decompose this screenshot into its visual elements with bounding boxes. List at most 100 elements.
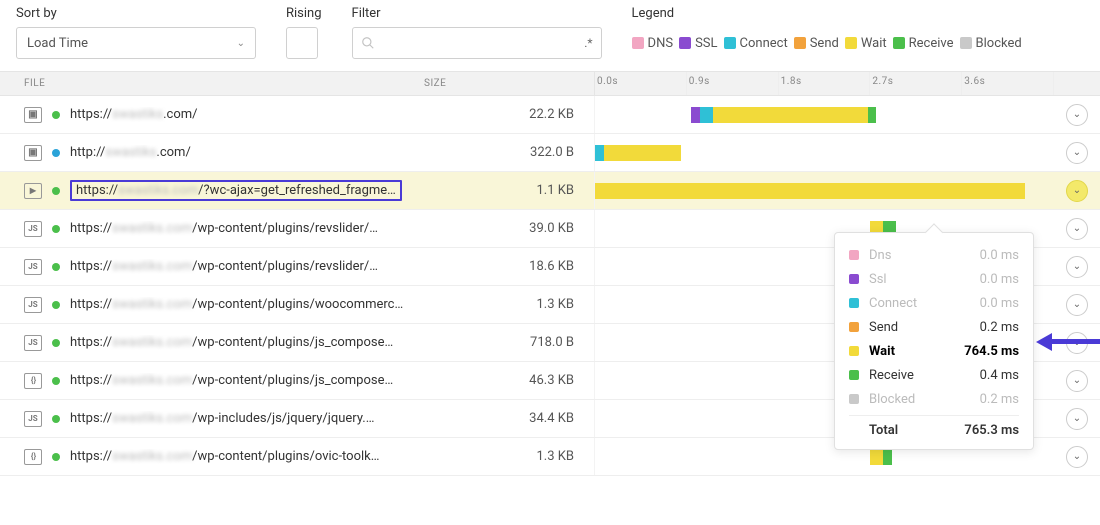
tooltip-value: 0.4 ms — [961, 368, 1019, 383]
status-dot — [52, 415, 60, 423]
legend-row: DNS SSL Connect Send Wait Receive Blocked — [632, 27, 1084, 59]
filter-input[interactable] — [381, 36, 581, 51]
request-url[interactable]: https://swastiks.com/wp-content/plugins/… — [70, 297, 403, 312]
expand-button[interactable]: ⌄ — [1066, 408, 1088, 430]
legend-label: Blocked — [976, 36, 1022, 51]
rising-group: Rising — [286, 6, 322, 59]
size-cell: 46.3 KB — [424, 373, 594, 388]
legend-swatch — [845, 37, 857, 49]
request-url[interactable]: https://swastiks.com/ — [70, 107, 198, 122]
file-cell: https://swastiks.com/wp-content/plugins/… — [24, 449, 424, 465]
expand-button[interactable]: ⌄ — [1066, 142, 1088, 164]
legend-label: SSL — [695, 36, 717, 51]
legend-swatch — [893, 37, 905, 49]
rising-toggle[interactable] — [286, 27, 318, 59]
controls-bar: Sort by Load Time ⌄ Rising Filter .* Leg… — [0, 0, 1100, 71]
tooltip-value: 764.5 ms — [961, 344, 1019, 359]
table-row[interactable]: https://swastiks.com/?wc-ajax=get_refres… — [0, 172, 1100, 210]
sort-group: Sort by Load Time ⌄ — [16, 6, 256, 59]
legend-item-wait[interactable]: Wait — [845, 36, 887, 51]
tooltip-label: Send — [869, 320, 951, 335]
legend-item-blocked[interactable]: Blocked — [960, 36, 1022, 51]
chevron-down-icon: ⌄ — [1073, 451, 1081, 462]
legend-item-connect[interactable]: Connect — [724, 36, 788, 51]
chevron-down-icon: ⌄ — [1073, 375, 1081, 386]
table-row[interactable]: https://swastiks.com/22.2 KB⌄ — [0, 96, 1100, 134]
timeline-cell — [594, 96, 1054, 133]
size-cell: 1.3 KB — [424, 297, 594, 312]
waterfall-bar[interactable] — [595, 183, 1025, 199]
expand-button[interactable]: ⌄ — [1066, 370, 1088, 392]
chevron-down-icon: ⌄ — [1073, 223, 1081, 234]
tooltip-swatch — [849, 370, 859, 380]
timeline-cell — [594, 172, 1054, 209]
tooltip-swatch — [849, 250, 859, 260]
table-header: FILE SIZE 0.0s0.9s1.8s2.7s3.6s — [0, 72, 1100, 96]
legend-item-send[interactable]: Send — [794, 36, 839, 51]
request-url[interactable]: https://swastiks.com/wp-content/plugins/… — [70, 373, 393, 388]
legend-item-receive[interactable]: Receive — [893, 36, 954, 51]
tooltip-swatch — [849, 394, 859, 404]
tooltip-row-ssl: Ssl 0.0 ms — [849, 267, 1019, 291]
filter-input-wrap[interactable]: .* — [352, 27, 602, 59]
document-icon — [24, 107, 42, 123]
waterfall-bar[interactable] — [691, 107, 876, 123]
chevron-down-icon: ⌄ — [1073, 413, 1081, 424]
expand-cell: ⌄ — [1054, 446, 1100, 468]
size-cell: 18.6 KB — [424, 259, 594, 274]
expand-button[interactable]: ⌄ — [1066, 256, 1088, 278]
tooltip-row-send: Send 0.2 ms — [849, 315, 1019, 339]
col-file[interactable]: FILE — [24, 78, 424, 89]
tooltip-row-connect: Connect 0.0 ms — [849, 291, 1019, 315]
col-size[interactable]: SIZE — [424, 78, 594, 89]
expand-button[interactable]: ⌄ — [1066, 180, 1088, 202]
size-cell: 1.1 KB — [424, 183, 594, 198]
timeline-tick: 3.6s — [962, 72, 1054, 95]
legend-swatch — [960, 37, 972, 49]
waterfall-bar[interactable] — [595, 145, 681, 161]
expand-cell: ⌄ — [1054, 104, 1100, 126]
expand-button[interactable]: ⌄ — [1066, 218, 1088, 240]
size-cell: 34.4 KB — [424, 411, 594, 426]
legend-swatch — [724, 37, 736, 49]
col-timeline: 0.0s0.9s1.8s2.7s3.6s — [594, 72, 1054, 95]
sort-select[interactable]: Load Time ⌄ — [16, 27, 256, 59]
legend-label: Wait — [861, 36, 887, 51]
request-url[interactable]: https://swastiks.com/wp-includes/js/jque… — [70, 411, 374, 426]
json-icon — [24, 373, 42, 389]
status-dot — [52, 339, 60, 347]
expand-cell: ⌄ — [1054, 370, 1100, 392]
status-dot — [52, 111, 60, 119]
status-dot — [52, 453, 60, 461]
expand-button[interactable]: ⌄ — [1066, 104, 1088, 126]
request-url[interactable]: https://swastiks.com/wp-content/plugins/… — [70, 449, 379, 464]
legend-swatch — [632, 37, 644, 49]
request-url[interactable]: https://swastiks.com/wp-content/plugins/… — [70, 259, 378, 274]
tooltip-total-label: Total — [869, 423, 951, 438]
search-icon — [361, 36, 375, 50]
legend-swatch — [679, 37, 691, 49]
request-url[interactable]: http://swastiks.com/ — [70, 145, 191, 160]
xhr-icon — [24, 183, 42, 199]
spacer — [849, 426, 859, 436]
tooltip-value: 0.0 ms — [961, 272, 1019, 287]
rising-label: Rising — [286, 6, 322, 21]
legend-swatch — [794, 37, 806, 49]
table-row[interactable]: http://swastiks.com/322.0 B⌄ — [0, 134, 1100, 172]
request-url[interactable]: https://swastiks.com/?wc-ajax=get_refres… — [70, 180, 402, 201]
chevron-down-icon: ⌄ — [1073, 147, 1081, 158]
request-url[interactable]: https://swastiks.com/wp-content/plugins/… — [70, 221, 378, 236]
legend-item-dns[interactable]: DNS — [632, 36, 674, 51]
tooltip-row-blocked: Blocked 0.2 ms — [849, 387, 1019, 411]
chevron-down-icon: ⌄ — [1073, 185, 1081, 196]
expand-button[interactable]: ⌄ — [1066, 294, 1088, 316]
legend-item-ssl[interactable]: SSL — [679, 36, 717, 51]
request-url[interactable]: https://swastiks.com/wp-content/plugins/… — [70, 335, 393, 350]
timeline-tick: 2.7s — [870, 72, 962, 95]
expand-button[interactable]: ⌄ — [1066, 446, 1088, 468]
tooltip-total-row: Total 765.3 ms — [849, 415, 1019, 439]
legend-title: Legend — [632, 6, 1084, 21]
waterfall-bar[interactable] — [870, 449, 891, 465]
size-cell: 39.0 KB — [424, 221, 594, 236]
status-dot — [52, 263, 60, 271]
